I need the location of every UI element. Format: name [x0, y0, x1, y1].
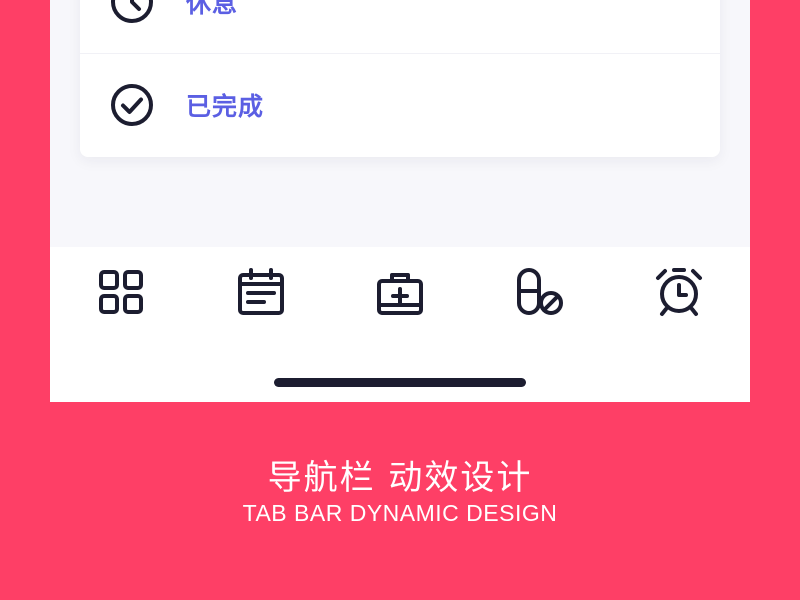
- tab-home[interactable]: [96, 267, 146, 317]
- check-circle-icon: [111, 84, 153, 126]
- clock-icon: [111, 0, 153, 23]
- tab-medical[interactable]: [375, 267, 425, 317]
- list-item-rest[interactable]: 休息: [80, 0, 720, 53]
- tab-calendar[interactable]: [236, 267, 286, 317]
- status-list-card: 休息 已完成: [80, 0, 720, 157]
- caption-title: 导航栏 动效设计: [267, 458, 533, 498]
- tab-medication[interactable]: [515, 267, 565, 317]
- tab-bar: [50, 247, 750, 402]
- phone-screen: 休息 已完成: [50, 0, 750, 402]
- caption-subtitle: TAB BAR DYNAMIC DESIGN: [242, 500, 558, 526]
- list-item-completed[interactable]: 已完成: [80, 53, 720, 156]
- tab-alarm[interactable]: [654, 267, 704, 317]
- list-item-label: 休息: [186, 0, 239, 18]
- grid-icon: [99, 270, 143, 314]
- medical-kit-icon: [377, 273, 423, 315]
- alarm-clock-icon: [656, 268, 702, 316]
- pill-icon: [517, 268, 563, 315]
- list-item-label: 已完成: [186, 92, 265, 121]
- calendar-icon: [238, 268, 284, 315]
- home-indicator[interactable]: [274, 378, 526, 387]
